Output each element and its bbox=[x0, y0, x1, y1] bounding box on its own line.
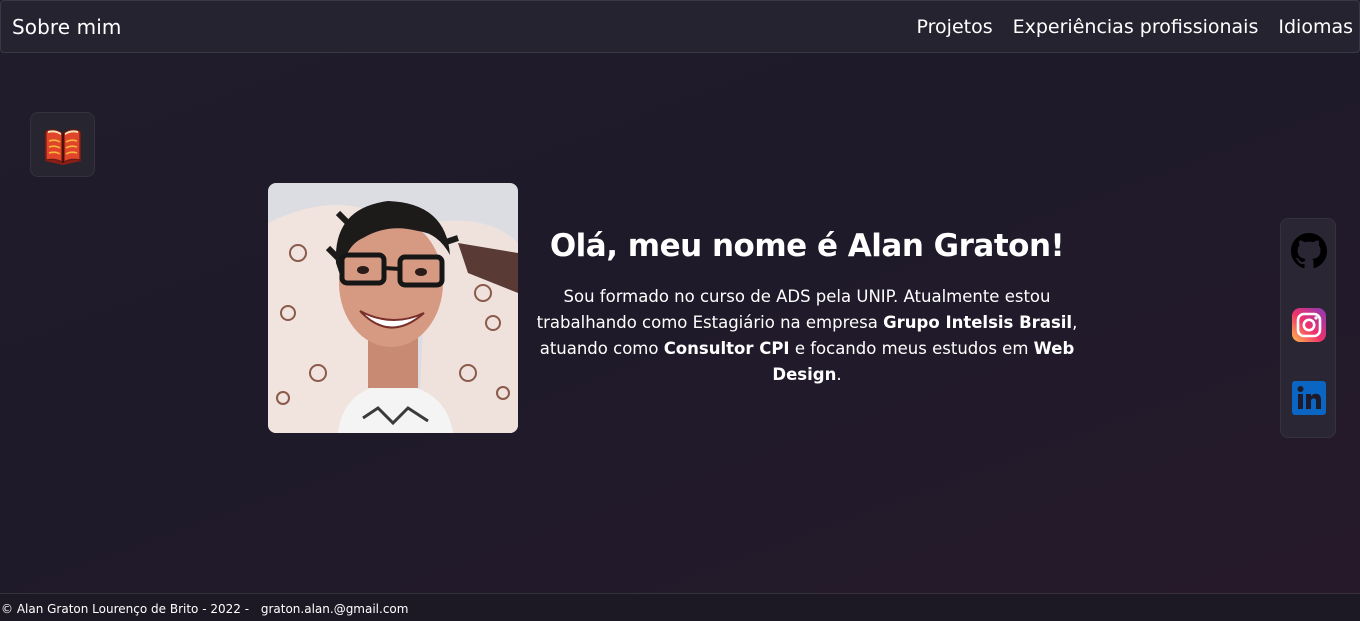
brand-link[interactable]: Sobre mim bbox=[1, 15, 122, 39]
nav-link-projetos[interactable]: Projetos bbox=[917, 16, 993, 38]
profile-photo bbox=[268, 183, 518, 433]
book-button[interactable] bbox=[30, 112, 95, 177]
intro-bio: Sou formado no curso de ADS pela UNIP. A… bbox=[532, 284, 1082, 388]
intro-title: Olá, meu nome é Alan Graton! bbox=[549, 228, 1065, 264]
nav-links: Projetos Experiências profissionais Idio… bbox=[897, 16, 1359, 38]
github-link[interactable] bbox=[1291, 233, 1327, 269]
bio-company: Grupo Intelsis Brasil bbox=[883, 313, 1073, 332]
linkedin-icon bbox=[1292, 381, 1326, 415]
instagram-link[interactable] bbox=[1291, 307, 1327, 343]
navbar: Sobre mim Projetos Experiências profissi… bbox=[0, 0, 1360, 53]
social-links bbox=[1280, 218, 1336, 438]
instagram-icon bbox=[1292, 308, 1326, 342]
profile-photo-image bbox=[268, 183, 518, 433]
github-icon bbox=[1291, 233, 1327, 269]
bio-text: e focando meus estudos em bbox=[789, 339, 1034, 358]
open-book-icon bbox=[44, 128, 81, 165]
bio-text: . bbox=[836, 365, 842, 384]
footer: © Alan Graton Lourenço de Brito - 2022 -… bbox=[0, 593, 1360, 621]
linkedin-link[interactable] bbox=[1291, 380, 1327, 416]
bio-role: Consultor CPI bbox=[663, 339, 790, 358]
nav-link-experiencias[interactable]: Experiências profissionais bbox=[1013, 16, 1259, 38]
nav-link-idiomas[interactable]: Idiomas bbox=[1278, 16, 1353, 38]
footer-copyright: © Alan Graton Lourenço de Brito - 2022 - bbox=[1, 602, 250, 616]
footer-email[interactable]: graton.alan.@gmail.com bbox=[261, 602, 409, 616]
intro-section: Olá, meu nome é Alan Graton! Sou formado… bbox=[532, 228, 1082, 388]
